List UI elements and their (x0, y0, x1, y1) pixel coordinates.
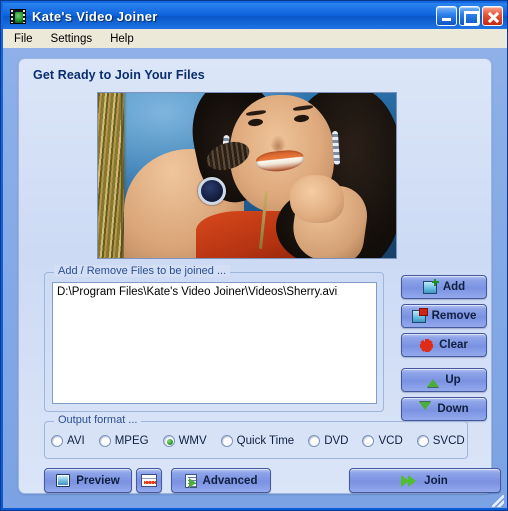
radio-avi[interactable]: AVI (51, 435, 85, 447)
window-title: Kate's Video Joiner (32, 8, 158, 24)
clear-button-label: Clear (439, 339, 468, 351)
green-up-arrow-icon (427, 373, 440, 387)
resize-grip[interactable] (492, 495, 504, 507)
clear-button[interactable]: Clear (401, 333, 487, 357)
remove-button-label: Remove (431, 310, 477, 322)
output-format-radio-group: AVI MPEG WMV Quick Time DVD VCD SVCD (51, 430, 465, 452)
screen-settings-button[interactable] (136, 468, 162, 493)
page-title: Get Ready to Join Your Files (33, 68, 205, 82)
add-button[interactable]: Add (401, 275, 487, 299)
video-preview-thumbnail[interactable] (97, 92, 397, 259)
application-window: Kate's Video Joiner File Settings Help G… (0, 0, 508, 511)
move-down-button[interactable]: Down (401, 397, 487, 421)
radio-dot-mpeg (98, 435, 111, 447)
menu-item-settings[interactable]: Settings (42, 31, 102, 47)
film-app-icon (10, 8, 26, 24)
main-panel: Get Ready to Join Your Files Add / Remov… (18, 58, 501, 494)
menu-item-help[interactable]: Help (101, 31, 143, 47)
radio-dot-avi (51, 435, 63, 447)
radio-label-quick-time: Quick Time (236, 435, 295, 447)
advanced-button-label: Advanced (202, 474, 258, 487)
radio-label-svcd: SVCD (432, 435, 465, 447)
preview-button[interactable]: Preview (44, 468, 132, 493)
fast-forward-icon (401, 474, 418, 487)
join-button[interactable]: Join (349, 468, 501, 493)
remove-button[interactable]: Remove (401, 304, 487, 328)
radio-dot-quick-time (220, 435, 233, 447)
menu-item-file[interactable]: File (5, 31, 42, 47)
radio-vcd[interactable]: VCD (362, 435, 403, 447)
radio-label-vcd: VCD (378, 435, 403, 447)
add-button-label: Add (442, 281, 466, 293)
move-down-button-label: Down (437, 403, 469, 415)
add-image-icon (422, 278, 439, 294)
green-down-arrow-icon (419, 402, 432, 416)
radio-dot-wmv (162, 435, 175, 447)
join-button-label: Join (424, 474, 448, 487)
radio-label-wmv: WMV (178, 435, 207, 447)
client-area: Get Ready to Join Your Files Add / Remov… (3, 48, 507, 508)
files-group-label: Add / Remove Files to be joined ... (54, 265, 231, 277)
file-list[interactable]: D:\Program Files\Kate's Video Joiner\Vid… (52, 282, 377, 404)
document-play-icon (184, 473, 197, 488)
screen-settings-icon (141, 474, 157, 487)
radio-dot-svcd (416, 435, 429, 447)
files-group: Add / Remove Files to be joined ... D:\P… (44, 265, 384, 412)
radio-label-mpeg: MPEG (114, 435, 149, 447)
radio-dot-dvd (308, 435, 321, 447)
output-format-group: Output format ... AVI MPEG WMV Quick Tim… (44, 414, 468, 459)
maximize-icon[interactable] (459, 6, 480, 26)
advanced-button[interactable]: Advanced (171, 468, 271, 493)
window-controls (436, 6, 503, 26)
close-icon[interactable] (482, 6, 503, 26)
radio-quick-time[interactable]: Quick Time (220, 435, 295, 447)
list-item[interactable]: D:\Program Files\Kate's Video Joiner\Vid… (53, 283, 376, 298)
preview-button-label: Preview (76, 474, 120, 487)
title-bar[interactable]: Kate's Video Joiner (3, 3, 507, 29)
output-format-group-label: Output format ... (54, 414, 142, 426)
radio-wmv[interactable]: WMV (162, 435, 207, 447)
move-up-button[interactable]: Up (401, 368, 487, 392)
minimize-icon[interactable] (436, 6, 457, 26)
radio-mpeg[interactable]: MPEG (98, 435, 149, 447)
radio-dvd[interactable]: DVD (308, 435, 348, 447)
menu-bar: File Settings Help (3, 29, 507, 48)
radio-dot-vcd (362, 435, 375, 447)
move-up-button-label: Up (445, 374, 461, 386)
monitor-icon (56, 474, 71, 487)
radio-svcd[interactable]: SVCD (416, 435, 465, 447)
red-asterisk-icon (417, 335, 436, 355)
radio-label-avi: AVI (67, 435, 85, 447)
remove-image-icon (411, 307, 428, 323)
radio-label-dvd: DVD (324, 435, 349, 447)
